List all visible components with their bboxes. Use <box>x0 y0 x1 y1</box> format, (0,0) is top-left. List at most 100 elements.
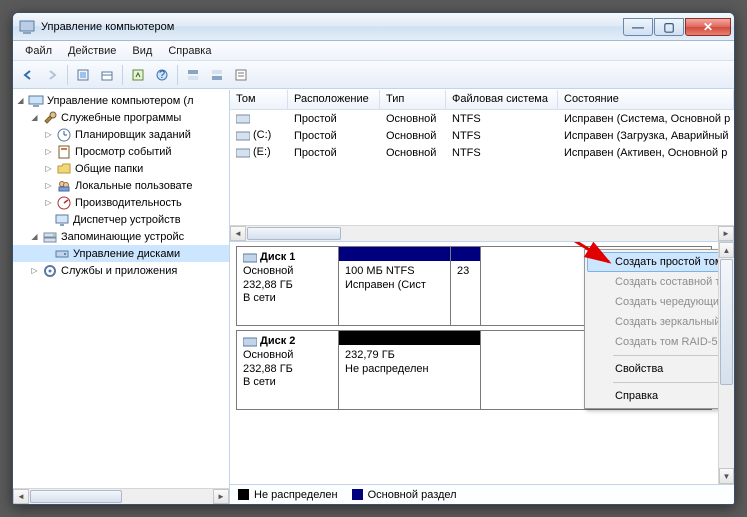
tools-icon <box>42 110 58 126</box>
close-button[interactable]: ✕ <box>685 18 731 36</box>
drive-icon <box>236 147 250 159</box>
help-button[interactable]: ? <box>151 64 173 86</box>
disk-panes: Диск 1 Основной 232,88 ГБ В сети 100 МБ … <box>230 242 718 484</box>
menu-new-simple-volume[interactable]: Создать простой том... <box>587 252 718 272</box>
scroll-track[interactable] <box>246 226 718 241</box>
menu-action[interactable]: Действие <box>60 43 124 59</box>
expand-icon[interactable]: ▷ <box>29 265 40 276</box>
legend-unallocated: Не распределен <box>238 489 338 501</box>
col-layout[interactable]: Расположение <box>288 90 380 109</box>
legend-swatch <box>238 489 249 500</box>
disk-state: В сети <box>243 292 332 306</box>
col-status[interactable]: Состояние <box>558 90 734 109</box>
legend-swatch <box>352 489 363 500</box>
event-icon <box>56 144 72 160</box>
tree-devmgr[interactable]: Диспетчер устройств <box>13 211 229 228</box>
col-volume[interactable]: Том <box>230 90 288 109</box>
expand-icon[interactable]: ▷ <box>43 180 54 191</box>
expand-icon[interactable]: ▷ <box>43 129 54 140</box>
scroll-thumb[interactable] <box>247 227 341 240</box>
partition[interactable]: 100 МБ NTFS Исправен (Сист <box>339 247 451 325</box>
menu-properties[interactable]: Свойства <box>587 359 718 379</box>
menubar: Файл Действие Вид Справка <box>13 41 734 61</box>
menu-new-raid5-volume: Создать том RAID-5... <box>587 332 718 352</box>
scroll-up-icon[interactable]: ▲ <box>719 242 734 258</box>
scroll-left-icon[interactable]: ◄ <box>13 489 29 504</box>
minimize-button[interactable]: — <box>623 18 653 36</box>
tree-storage[interactable]: ◢ Запоминающие устройс <box>13 228 229 245</box>
scroll-down-icon[interactable]: ▼ <box>719 468 734 484</box>
col-fs[interactable]: Файловая система <box>446 90 558 109</box>
volume-row[interactable]: (E:) Простой Основной NTFS Исправен (Акт… <box>230 144 734 161</box>
tree-label: Производительность <box>75 197 182 209</box>
expand-icon[interactable]: ▷ <box>43 197 54 208</box>
toolbar-separator <box>67 65 68 85</box>
disk-icon <box>54 246 70 262</box>
back-button[interactable] <box>17 64 39 86</box>
tree-shared[interactable]: ▷ Общие папки <box>13 160 229 177</box>
tree-perf[interactable]: ▷ Производительность <box>13 194 229 211</box>
tree-services[interactable]: ▷ Службы и приложения <box>13 262 229 279</box>
tree-scheduler[interactable]: ▷ Планировщик заданий <box>13 126 229 143</box>
menu-file[interactable]: Файл <box>17 43 60 59</box>
scroll-left-icon[interactable]: ◄ <box>230 226 246 241</box>
disk-state: В сети <box>243 376 332 390</box>
menu-separator <box>613 382 718 383</box>
volume-list: Том Расположение Тип Файловая система Со… <box>230 90 734 242</box>
tree-label: Локальные пользовате <box>75 180 192 192</box>
partition-unallocated[interactable]: 232,79 ГБ Не распределен <box>339 331 481 409</box>
settings-button[interactable] <box>230 64 252 86</box>
disk-row-1[interactable]: Диск 1 Основной 232,88 ГБ В сети 100 МБ … <box>236 246 712 326</box>
up-button[interactable] <box>72 64 94 86</box>
menu-help[interactable]: Справка <box>587 386 718 406</box>
view-bottom-button[interactable] <box>206 64 228 86</box>
partitions: 100 МБ NTFS Исправен (Сист 23 <box>339 247 711 325</box>
refresh-button[interactable] <box>127 64 149 86</box>
collapse-icon[interactable]: ◢ <box>29 112 40 123</box>
partition[interactable]: 23 <box>451 247 481 325</box>
menu-new-mirrored-volume: Создать зеркальный том... <box>587 312 718 332</box>
tree-system-tools[interactable]: ◢ Служебные программы <box>13 109 229 126</box>
menu-help[interactable]: Справка <box>160 43 219 59</box>
disk-vscrollbar[interactable]: ▲ ▼ <box>718 242 734 484</box>
legend-primary: Основной раздел <box>352 489 457 501</box>
menu-view[interactable]: Вид <box>124 43 160 59</box>
disk-icon <box>243 336 257 348</box>
app-icon <box>19 19 35 35</box>
col-type[interactable]: Тип <box>380 90 446 109</box>
maximize-button[interactable]: ▢ <box>654 18 684 36</box>
scroll-right-icon[interactable]: ► <box>213 489 229 504</box>
expand-icon[interactable]: ▷ <box>43 163 54 174</box>
forward-button[interactable] <box>41 64 63 86</box>
grid-hscrollbar[interactable]: ◄ ► <box>230 225 734 241</box>
scroll-thumb[interactable] <box>30 490 122 503</box>
tree-root[interactable]: ◢ Управление компьютером (л <box>13 92 229 109</box>
collapse-icon[interactable]: ◢ <box>15 95 26 106</box>
scroll-track[interactable] <box>29 489 213 504</box>
legend: Не распределен Основной раздел <box>230 484 734 504</box>
view-top-button[interactable] <box>182 64 204 86</box>
collapse-icon[interactable]: ◢ <box>29 231 40 242</box>
expand-icon[interactable]: ▷ <box>43 146 54 157</box>
tree-eventvwr[interactable]: ▷ Просмотр событий <box>13 143 229 160</box>
clock-icon <box>56 127 72 143</box>
scroll-right-icon[interactable]: ► <box>718 226 734 241</box>
tree-hscrollbar[interactable]: ◄ ► <box>13 488 229 504</box>
tree-diskmgmt[interactable]: Управление дисками <box>13 245 229 262</box>
tree-label: Просмотр событий <box>75 146 172 158</box>
properties-button[interactable] <box>96 64 118 86</box>
tree-users[interactable]: ▷ Локальные пользовате <box>13 177 229 194</box>
window-controls: — ▢ ✕ <box>623 18 732 36</box>
volume-row[interactable]: Простой Основной NTFS Исправен (Система,… <box>230 110 734 127</box>
users-icon <box>56 178 72 194</box>
volume-row[interactable]: (C:) Простой Основной NTFS Исправен (Заг… <box>230 127 734 144</box>
folder-icon <box>56 161 72 177</box>
scroll-track[interactable] <box>719 258 734 468</box>
disk-type: Основной <box>243 349 332 363</box>
scroll-thumb[interactable] <box>720 259 733 385</box>
titlebar[interactable]: Управление компьютером — ▢ ✕ <box>13 13 734 41</box>
partition-bar <box>339 247 450 261</box>
svg-text:?: ? <box>159 69 165 81</box>
disk-graphical-view: Диск 1 Основной 232,88 ГБ В сети 100 МБ … <box>230 242 734 484</box>
disk-size: 232,88 ГБ <box>243 363 332 377</box>
